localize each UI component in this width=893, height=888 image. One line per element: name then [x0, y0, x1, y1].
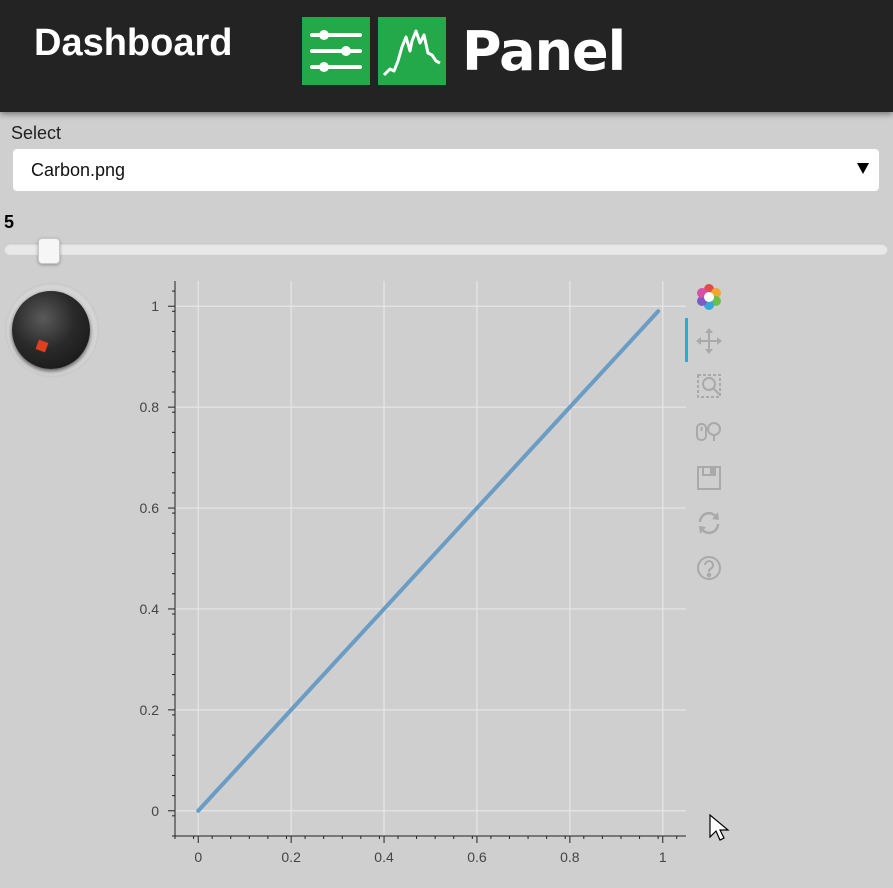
reset-icon[interactable] — [694, 508, 724, 538]
x-tick-label: 0 — [194, 849, 202, 865]
cursor-icon — [709, 813, 730, 841]
y-tick-label: 0.4 — [140, 601, 160, 617]
y-tick-label: 0.8 — [140, 399, 160, 415]
y-tick-label: 0.2 — [140, 702, 160, 718]
x-tick-label: 0.8 — [560, 849, 580, 865]
x-tick-label: 0.2 — [281, 849, 301, 865]
x-tick-label: 1 — [659, 849, 667, 865]
bokeh-logo-icon[interactable] — [694, 281, 724, 311]
wheel-zoom-icon[interactable] — [694, 416, 724, 446]
box-zoom-icon[interactable] — [694, 371, 724, 401]
y-tick-label: 0.6 — [140, 500, 160, 516]
x-tick-label: 0.6 — [467, 849, 487, 865]
y-tick-label: 0 — [151, 803, 159, 819]
pan-icon[interactable] — [694, 326, 724, 356]
x-tick-label: 0.4 — [374, 849, 394, 865]
active-tool-indicator — [685, 318, 688, 362]
y-tick-label: 1 — [151, 298, 159, 314]
help-icon[interactable] — [694, 553, 724, 583]
line-chart[interactable]: 0 0.2 0.4 0.6 0.8 1 0 0.2 0.4 0.6 0.8 1 — [0, 0, 893, 888]
save-icon[interactable] — [694, 463, 724, 493]
